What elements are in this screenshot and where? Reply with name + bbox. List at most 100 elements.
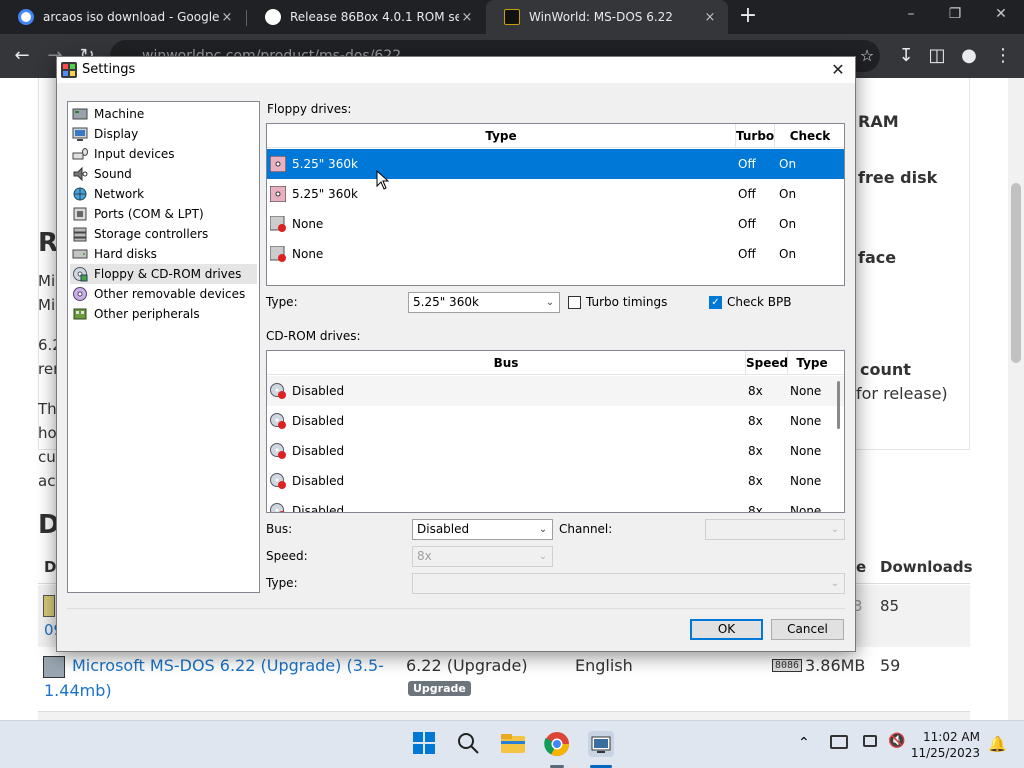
ok-button[interactable]: OK — [690, 619, 763, 640]
column-header-check-bpb[interactable]: Check BPB — [775, 124, 844, 167]
nav-item-other-removable[interactable]: Other removable devices — [70, 284, 257, 304]
floppy-row[interactable]: 5.25" 360k Off On — [267, 179, 844, 209]
minimize-icon[interactable]: – — [888, 0, 934, 30]
bus-label: Bus: — [266, 522, 293, 536]
cdrom-section-label: CD-ROM drives: — [266, 329, 361, 343]
download-link[interactable]: Microsoft MS-DOS 6.22 (Upgrade) (3.5- — [72, 656, 384, 675]
nav-item-other-peripherals[interactable]: Other peripherals — [70, 304, 257, 324]
floppy-row[interactable]: None Off On — [267, 209, 844, 239]
cdrom-row[interactable]: Disabled 8x None — [267, 376, 844, 406]
page-scrollbar-thumb[interactable] — [1011, 183, 1021, 363]
cdrom-type: None — [790, 414, 822, 428]
cdrom-speed: 8x — [748, 414, 763, 428]
floppy-empty-icon — [270, 246, 286, 262]
nav-item-storage-controllers[interactable]: Storage controllers — [70, 224, 257, 244]
nav-item-input-devices[interactable]: Input devices — [70, 144, 257, 164]
network-status-icon[interactable] — [830, 735, 848, 749]
cdrom-row[interactable]: Disabled 8x None — [267, 496, 844, 512]
clock-date: 11/25/2023 — [910, 746, 980, 760]
text-fragment: face — [858, 248, 897, 267]
dialog-title-bar[interactable]: Settings ✕ — [57, 57, 855, 83]
nav-item-hard-disks[interactable]: Hard disks — [70, 244, 257, 264]
browser-tab-github[interactable]: Release 86Box 4.0.1 ROM set · 86 × — [247, 0, 485, 34]
new-tab-button[interactable]: + — [735, 4, 761, 30]
speed-select[interactable]: 8x ⌄ — [412, 546, 553, 567]
close-tab-icon[interactable]: × — [702, 10, 718, 25]
close-tab-icon[interactable]: × — [219, 10, 235, 25]
86box-icon — [61, 62, 77, 78]
cdrom-type-select[interactable]: ⌄ — [412, 573, 845, 594]
profile-icon[interactable]: ● — [956, 43, 982, 69]
volume-muted-icon[interactable]: 🔇 — [888, 733, 905, 749]
restore-icon[interactable]: ❐ — [932, 0, 978, 30]
bookmark-star-icon[interactable]: ☆ — [854, 43, 880, 69]
display-status-icon[interactable] — [863, 735, 877, 747]
cdrom-row[interactable]: Disabled 8x None — [267, 436, 844, 466]
cdrom-table-scrollbar[interactable] — [834, 376, 843, 510]
github-icon — [265, 9, 281, 25]
text-fragment: ho — [38, 424, 57, 442]
floppy-type: 5.25" 360k — [292, 187, 358, 201]
side-panel-icon[interactable]: ◫ — [924, 43, 950, 69]
column-header-turbo[interactable]: Turbo — [736, 124, 775, 148]
column-header-type[interactable]: Type — [788, 351, 836, 375]
cdrom-row[interactable]: Disabled 8x None — [267, 406, 844, 436]
nav-item-floppy-cdrom[interactable]: Floppy & CD-ROM drives — [70, 264, 257, 284]
close-tab-icon[interactable]: × — [459, 10, 475, 25]
floppy-check-bpb: On — [779, 157, 797, 171]
dialog-title: Settings — [82, 62, 136, 77]
bus-select[interactable]: Disabled ⌄ — [412, 519, 553, 540]
hard-disks-icon — [72, 246, 88, 262]
channel-select[interactable]: ⌄ — [705, 519, 845, 540]
nav-item-sound[interactable]: Sound — [70, 164, 257, 184]
cdrom-disabled-icon — [270, 413, 286, 429]
nav-item-display[interactable]: Display — [70, 124, 257, 144]
tab-title: Release 86Box 4.0.1 ROM set · 86 — [290, 10, 459, 24]
floppy-row[interactable]: 5.25" 360k Off On — [267, 149, 844, 179]
dialog-close-button[interactable]: ✕ — [827, 59, 849, 81]
notification-bell-icon[interactable]: 🔔 — [988, 735, 1007, 753]
peripherals-icon — [72, 306, 88, 322]
tab-title: WinWorld: MS-DOS 6.22 — [529, 10, 673, 24]
cdrom-bus: Disabled — [292, 474, 345, 488]
floppy-row[interactable]: None Off On — [267, 239, 844, 269]
cancel-button[interactable]: Cancel — [771, 619, 844, 640]
file-explorer-icon[interactable] — [500, 731, 526, 757]
floppy-type-select[interactable]: 5.25" 360k ⌄ — [408, 292, 560, 313]
text-fragment: free disk — [858, 168, 938, 187]
window-close-icon[interactable]: ✕ — [978, 0, 1024, 30]
floppy-type: None — [292, 247, 324, 261]
floppy-drives-table[interactable]: Type Turbo Check BPB 5.25" 360k Off On 5… — [266, 123, 845, 286]
cdrom-drives-table[interactable]: Bus Speed Type Disabled 8x None Disabled… — [266, 350, 845, 513]
column-header-bus[interactable]: Bus — [267, 351, 746, 375]
check-bpb-checkbox[interactable]: ✓ — [709, 296, 722, 309]
back-icon[interactable]: ← — [9, 43, 35, 69]
nav-item-network[interactable]: Network — [70, 184, 257, 204]
download-icon[interactable]: ↧ — [893, 43, 919, 69]
turbo-timings-label[interactable]: Turbo timings — [586, 295, 667, 309]
row-downloads: 59 — [880, 656, 901, 675]
scrollbar-thumb[interactable] — [837, 381, 840, 429]
column-header-type[interactable]: Type — [267, 124, 736, 148]
windows-start-icon[interactable] — [412, 731, 438, 757]
mouse-cursor-icon — [376, 170, 389, 190]
search-icon[interactable] — [456, 731, 482, 757]
page-scrollbar[interactable] — [1008, 78, 1024, 720]
browser-tab-winworld[interactable]: WinWorld: MS-DOS 6.22 × — [486, 0, 728, 34]
check-bpb-label[interactable]: Check BPB — [727, 295, 791, 309]
chevron-up-icon[interactable]: ⌃ — [798, 735, 810, 751]
turbo-timings-checkbox[interactable] — [568, 296, 581, 309]
menu-icon[interactable]: ⋮ — [990, 43, 1016, 69]
system-clock[interactable]: 11:02 AM 11/25/2023 — [911, 729, 980, 761]
download-link[interactable]: 1.44mb) — [44, 681, 112, 700]
nav-item-machine[interactable]: Machine — [70, 104, 257, 124]
column-header-speed[interactable]: Speed — [746, 351, 788, 375]
cdrom-row[interactable]: Disabled 8x None — [267, 466, 844, 496]
browser-tab-google[interactable]: arcaos iso download - Google Se × — [0, 0, 245, 34]
86box-app-icon[interactable] — [588, 731, 614, 757]
floppy-type: 5.25" 360k — [292, 157, 358, 171]
row-downloads: 85 — [880, 597, 900, 615]
nav-item-ports[interactable]: Ports (COM & LPT) — [70, 204, 257, 224]
chrome-icon[interactable] — [544, 731, 570, 757]
text-fragment: for release) — [856, 384, 948, 403]
